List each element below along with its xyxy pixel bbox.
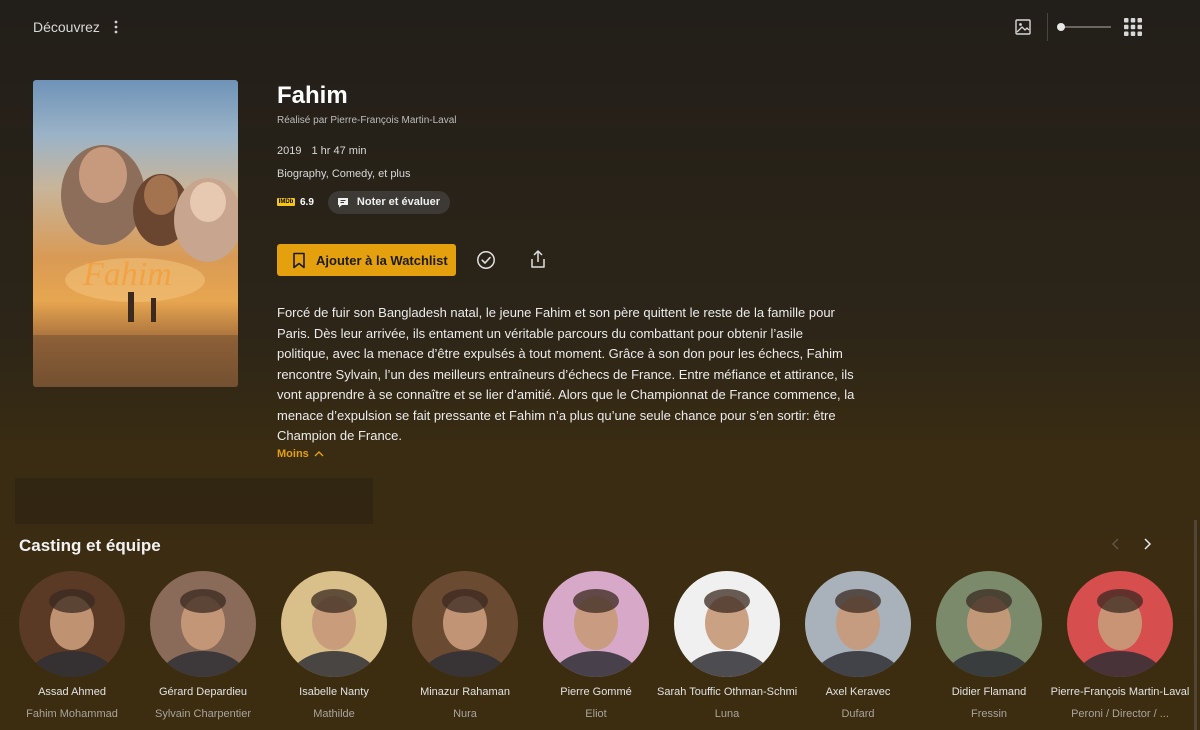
rate-button[interactable]: Noter et évaluer (327, 190, 451, 214)
cast-member[interactable]: Gérard Depardieu Sylvain Charpentier (150, 571, 290, 730)
imdb-rating: IMDb 6.9 (277, 197, 314, 208)
cast-member[interactable]: Minazur Rahaman Nura (412, 571, 552, 730)
chevron-right-icon[interactable] (1139, 536, 1155, 552)
slider-thumb[interactable] (1057, 23, 1065, 31)
cast-member[interactable]: Didier Flamand Fressin (936, 571, 1076, 730)
cast-member[interactable]: Assad Ahmed Fahim Mohammad (19, 571, 159, 730)
cast-member-name: Assad Ahmed (38, 686, 106, 698)
rating-row: IMDb 6.9 Noter et évaluer (277, 190, 451, 214)
cast-member-role: Dufard (841, 708, 875, 720)
cast-member-role: Peroni / Director / ... (1071, 708, 1169, 720)
nav-title-discover[interactable]: Découvrez (33, 19, 100, 35)
avatar[interactable] (412, 571, 518, 677)
cast-member[interactable]: Pierre-François Martin-Laval Peroni / Dir… (1051, 571, 1200, 730)
imdb-logo: IMDb (277, 198, 295, 206)
avatar[interactable] (805, 571, 911, 677)
cast-member-name: Axel Keravec (825, 686, 891, 698)
watchlist-label: Ajouter à la Watchlist (316, 252, 448, 268)
size-slider[interactable] (1055, 18, 1111, 36)
avatar[interactable] (19, 571, 125, 677)
rate-label: Noter et évaluer (356, 196, 441, 208)
movie-summary: Forcé de fuir son Bangladesh natal, le j… (277, 305, 855, 443)
cast-member-role: Nura (453, 708, 477, 720)
movie-title: Fahim (277, 82, 348, 109)
show-less-button[interactable]: Moins (277, 448, 324, 460)
comment-icon (337, 197, 349, 208)
bookmark-icon (292, 252, 306, 269)
avatar[interactable] (936, 571, 1042, 677)
cast-member-name: Didier Flamand (951, 686, 1027, 698)
grid-icon[interactable] (1123, 17, 1143, 37)
check-circle-icon[interactable] (475, 249, 497, 271)
image-icon[interactable] (1013, 17, 1033, 37)
cast-member[interactable]: Sarah Touffic Othman-Schmitt Luna (657, 571, 814, 730)
show-less-label: Moins (277, 448, 309, 460)
more-vertical-icon[interactable] (106, 17, 126, 37)
cast-member-role: Fressin (970, 708, 1008, 720)
movie-details: Fahim Réalisé par Pierre-François Martin… (277, 82, 857, 214)
top-bar: Découvrez (0, 0, 1200, 54)
cast-member-name: Gérard Depardieu (158, 686, 248, 698)
avatar[interactable] (281, 571, 387, 677)
cast-member-role: Fahim Mohammad (26, 708, 118, 720)
cast-member-name: Pierre Gommé (560, 686, 632, 698)
cast-member[interactable]: Isabelle Nanty Mathilde (281, 571, 421, 730)
release-year: 2019 (277, 145, 302, 157)
cast-member-role: Eliot (585, 708, 607, 720)
avatar[interactable] (674, 571, 780, 677)
cast-member[interactable]: Pierre Gommé Eliot (543, 571, 683, 730)
movie-poster: Fahim (33, 80, 238, 387)
toolbar-divider (1047, 13, 1048, 41)
cast-member[interactable]: Axel Keravec Dufard (805, 571, 945, 730)
decorative-band (15, 478, 373, 524)
cast-list: Assad Ahmed Fahim Mohammad Gérard Depardie… (19, 571, 1199, 730)
avatar[interactable] (543, 571, 649, 677)
cast-member-role: Mathilde (313, 708, 355, 720)
cast-member-role: Sylvain Charpentier (155, 708, 251, 720)
chevron-up-icon (314, 451, 324, 457)
director-line[interactable]: Réalisé par Pierre-François Martin-Laval (277, 115, 857, 126)
cast-member-name: Sarah Touffic Othman-Schmitt (657, 686, 797, 698)
poster-title: Fahim (82, 256, 172, 293)
avatar[interactable] (150, 571, 256, 677)
slider-track (1061, 26, 1111, 28)
cast-member-name: Isabelle Nanty (299, 686, 369, 698)
avatar[interactable] (1067, 571, 1173, 677)
imdb-score: 6.9 (300, 196, 314, 208)
add-to-watchlist-button[interactable]: Ajouter à la Watchlist (277, 244, 456, 276)
cast-member-name: Pierre-François Martin-Laval (1050, 686, 1190, 698)
view-tools (980, 0, 1200, 54)
duration: 1 hr 47 min (311, 145, 367, 157)
genres[interactable]: Biography, Comedy, et plus (277, 168, 857, 180)
share-icon[interactable] (527, 248, 549, 270)
movie-meta: 2019 1 hr 47 min (277, 145, 857, 157)
chevron-left-icon[interactable] (1108, 536, 1124, 552)
cast-member-name: Minazur Rahaman (420, 686, 510, 698)
cast-member-role: Luna (714, 708, 740, 720)
cast-section-title: Casting et équipe (19, 536, 161, 555)
